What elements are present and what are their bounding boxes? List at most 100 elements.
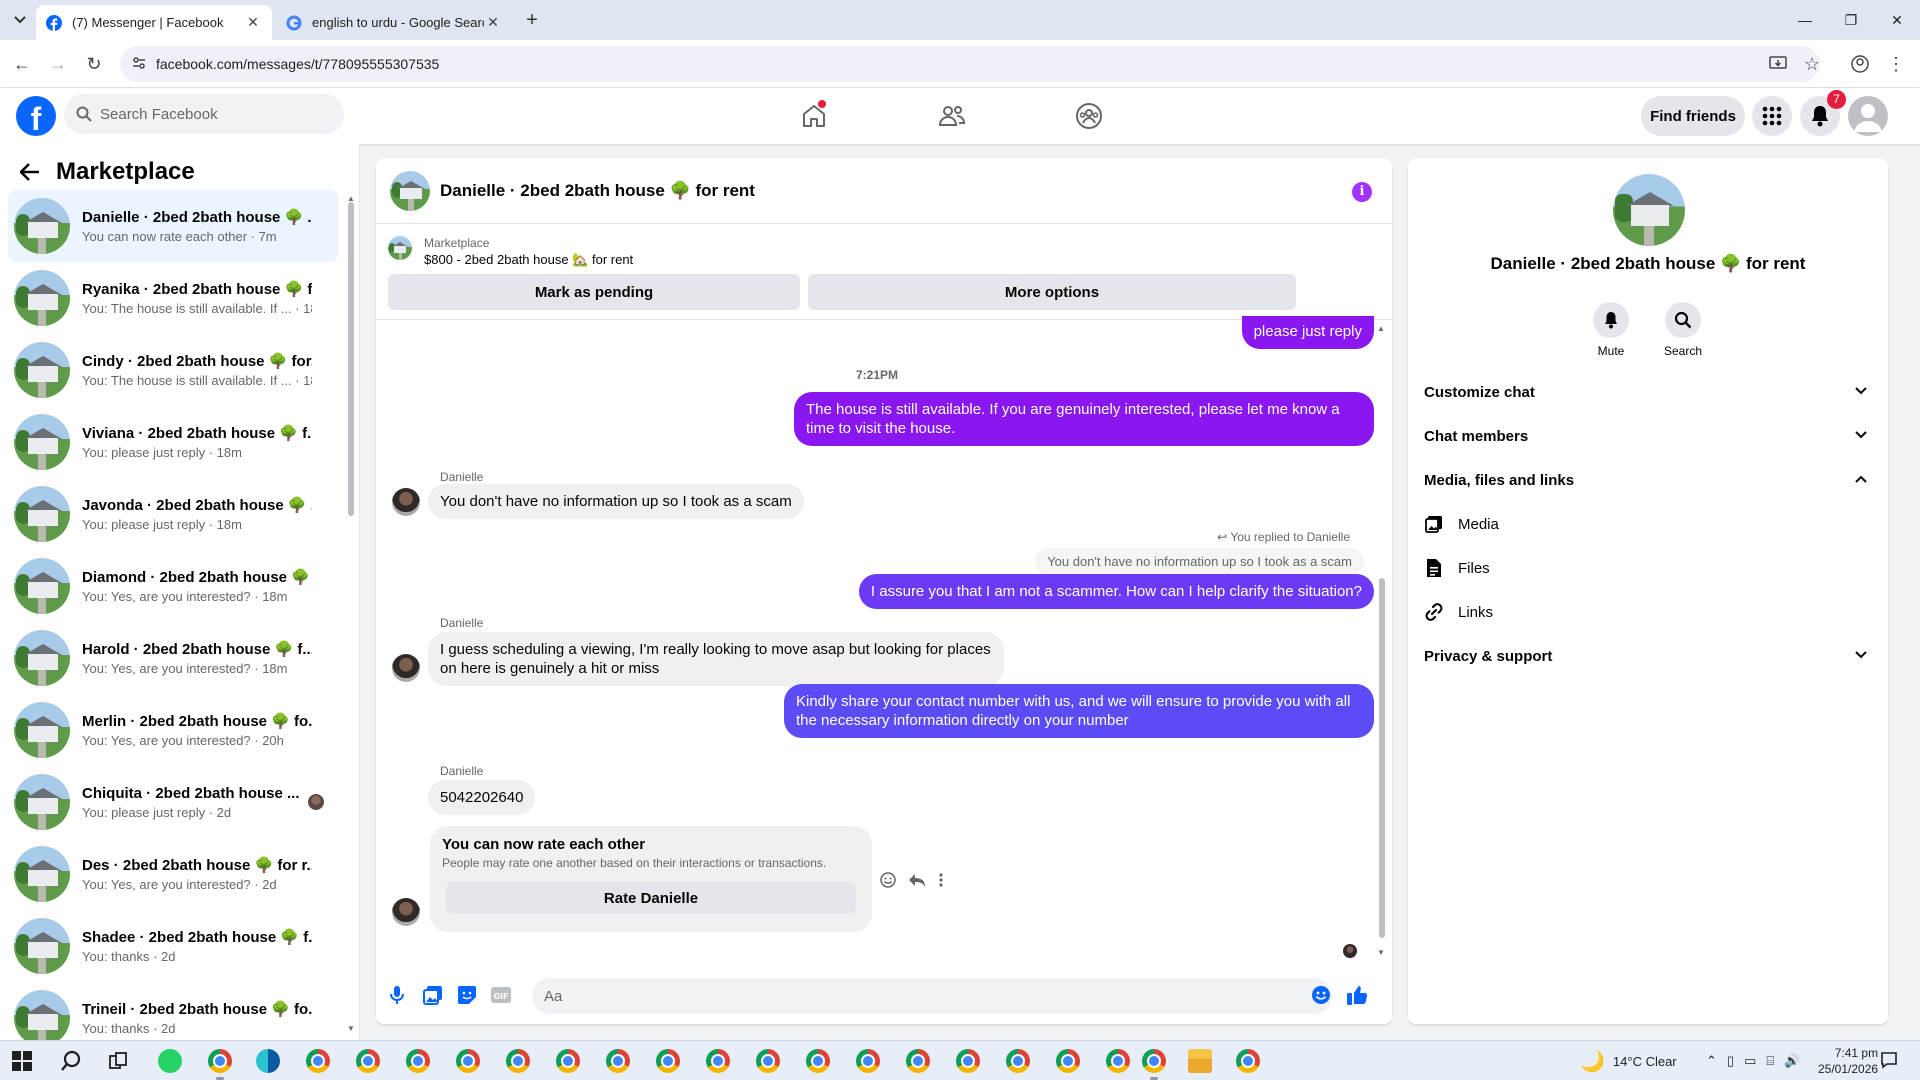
account-avatar[interactable] xyxy=(1848,96,1888,136)
facebook-logo-icon[interactable]: f xyxy=(16,96,56,136)
conversation-item[interactable]: Diamond · 2bed 2bath house 🌳 ... You: Yes… xyxy=(8,550,338,622)
chrome-icon[interactable] xyxy=(1006,1049,1030,1073)
chrome-icon[interactable] xyxy=(556,1049,580,1073)
conversation-item[interactable]: Ryanika · 2bed 2bath house 🌳 f... You: Th… xyxy=(8,262,338,334)
chrome-icon[interactable] xyxy=(1236,1049,1260,1073)
customize-chat-row[interactable]: Customize chat xyxy=(1416,374,1880,410)
emoji-picker-icon[interactable] xyxy=(1310,984,1332,1006)
incoming-message[interactable]: I guess scheduling a viewing, I'm really… xyxy=(428,632,1004,686)
file-explorer-icon[interactable] xyxy=(1188,1049,1212,1073)
tray-app-icon[interactable]: ▯ xyxy=(1727,1053,1734,1069)
media-files-links-row[interactable]: Media, files and links xyxy=(1416,462,1880,498)
chat-scrollbar[interactable] xyxy=(1379,578,1385,938)
tab-close-icon[interactable]: ✕ xyxy=(484,14,502,31)
whatsapp-icon[interactable] xyxy=(158,1049,182,1073)
conversation-item[interactable]: Cindy · 2bed 2bath house 🌳 for... You: Th… xyxy=(8,334,338,406)
mark-as-pending-button[interactable]: Mark as pending xyxy=(388,274,800,310)
notification-center-icon[interactable] xyxy=(1880,1051,1898,1074)
incoming-message[interactable]: 5042202640 xyxy=(428,780,536,815)
minimize-icon[interactable]: — xyxy=(1782,0,1828,40)
chrome-icon[interactable] xyxy=(906,1049,930,1073)
conversation-item[interactable]: Chiquita · 2bed 2bath house ... You: plea… xyxy=(8,766,338,838)
chrome-icon[interactable] xyxy=(506,1049,530,1073)
chrome-icon[interactable] xyxy=(208,1049,232,1073)
groups-nav-icon[interactable] xyxy=(1067,96,1111,136)
message-input[interactable]: Aa xyxy=(532,978,1332,1014)
tab-google[interactable]: english to urdu - Google Search ✕ xyxy=(276,5,512,40)
taskbar-search-icon[interactable] xyxy=(60,1050,82,1077)
sender-avatar[interactable] xyxy=(392,898,420,926)
search-facebook-input[interactable]: Search Facebook xyxy=(64,94,344,134)
outgoing-message[interactable]: I assure you that I am not a scammer. Ho… xyxy=(858,574,1374,609)
outgoing-message[interactable]: The house is still available. If you are… xyxy=(794,392,1374,446)
scroll-down-arrow-icon[interactable]: ▼ xyxy=(347,1024,355,1033)
edge-icon[interactable] xyxy=(256,1049,280,1073)
tray-overflow-chevron-icon[interactable]: ⌃ xyxy=(1706,1053,1717,1069)
outgoing-message[interactable]: Kindly share your contact number with us… xyxy=(784,684,1374,738)
browser-menu-icon[interactable]: ⋮ xyxy=(1884,52,1908,76)
back-arrow-icon[interactable] xyxy=(16,158,44,186)
sender-avatar[interactable] xyxy=(392,488,420,516)
home-nav-icon[interactable] xyxy=(792,96,836,136)
chrome-icon[interactable] xyxy=(606,1049,630,1073)
back-icon[interactable]: ← xyxy=(10,52,34,76)
windows-start-icon[interactable] xyxy=(12,1051,32,1076)
reply-icon[interactable] xyxy=(908,872,926,893)
chrome-icon[interactable] xyxy=(656,1049,680,1073)
gif-icon[interactable]: GIF xyxy=(490,984,512,1006)
chrome-icon[interactable] xyxy=(756,1049,780,1073)
tab-search-icon[interactable] xyxy=(8,8,32,32)
conversation-item[interactable]: Javonda · 2bed 2bath house 🌳 ... You: ple… xyxy=(8,478,338,550)
reload-icon[interactable]: ↻ xyxy=(82,52,106,76)
notifications-bell-icon[interactable]: 7 xyxy=(1800,90,1846,136)
quoted-message[interactable]: You don't have no information up so I to… xyxy=(1035,548,1364,575)
chrome-icon[interactable] xyxy=(856,1049,880,1073)
bookmark-star-icon[interactable]: ☆ xyxy=(1800,52,1824,76)
react-emoji-icon[interactable] xyxy=(880,872,896,893)
new-tab-button[interactable]: + xyxy=(520,8,544,32)
listing-price-title[interactable]: $800 - 2bed 2bath house 🏡 for rent xyxy=(424,252,633,268)
privacy-support-row[interactable]: Privacy & support xyxy=(1416,638,1880,674)
site-info-icon[interactable] xyxy=(132,56,146,73)
chat-avatar[interactable] xyxy=(390,170,430,211)
close-window-icon[interactable]: ✕ xyxy=(1874,0,1920,40)
mute-button[interactable]: Mute xyxy=(1581,302,1641,358)
chrome-icon[interactable] xyxy=(956,1049,980,1073)
incoming-message[interactable]: You don't have no information up so I to… xyxy=(428,484,804,519)
rate-danielle-button[interactable]: Rate Danielle xyxy=(446,882,856,914)
weather-widget[interactable]: 🌙 14°C Clear xyxy=(1580,1041,1677,1080)
chrome-icon[interactable] xyxy=(1056,1049,1080,1073)
links-row[interactable]: Links xyxy=(1416,594,1880,630)
network-icon[interactable]: ⌸ xyxy=(1766,1053,1774,1069)
info-icon[interactable]: i xyxy=(1352,182,1372,202)
chrome-icon[interactable] xyxy=(456,1049,480,1073)
listing-avatar[interactable] xyxy=(1613,174,1685,246)
conversation-item[interactable]: Shadee · 2bed 2bath house 🌳 f... You: tha… xyxy=(8,910,338,982)
chrome-icon[interactable] xyxy=(806,1049,830,1073)
conversation-item[interactable]: Harold · 2bed 2bath house 🌳 f... You: Yes… xyxy=(8,622,338,694)
chat-members-row[interactable]: Chat members xyxy=(1416,418,1880,454)
microphone-icon[interactable] xyxy=(386,984,408,1006)
chat-scroll-up-arrow-icon[interactable]: ▲ xyxy=(1377,324,1385,333)
media-row[interactable]: Media xyxy=(1416,506,1880,542)
photo-gallery-icon[interactable] xyxy=(422,984,444,1006)
more-actions-icon[interactable] xyxy=(938,872,944,893)
chrome-icon[interactable] xyxy=(1142,1049,1166,1073)
outgoing-message[interactable]: please just reply xyxy=(1241,316,1374,349)
conversation-item[interactable]: Viviana · 2bed 2bath house 🌳 f... You: pl… xyxy=(8,406,338,478)
conversation-item[interactable]: Danielle · 2bed 2bath house 🌳 ... You can… xyxy=(8,190,338,262)
conversation-item[interactable]: Des · 2bed 2bath house 🌳 for r... You: Ye… xyxy=(8,838,338,910)
files-row[interactable]: Files xyxy=(1416,550,1880,586)
profile-icon[interactable] xyxy=(1848,52,1872,76)
url-field[interactable]: facebook.com/messages/t/778095555307535 xyxy=(120,46,1820,82)
clock[interactable]: 7:41 pm 25/01/2026 xyxy=(1818,1041,1878,1080)
like-thumbs-up-icon[interactable] xyxy=(1346,984,1368,1006)
conversation-item[interactable]: Merlin · 2bed 2bath house 🌳 fo... You: Ye… xyxy=(8,694,338,766)
chrome-icon[interactable] xyxy=(406,1049,430,1073)
menu-grid-icon[interactable] xyxy=(1752,96,1792,136)
forward-icon[interactable]: → xyxy=(46,52,70,76)
touchpad-icon[interactable]: ▭ xyxy=(1744,1053,1756,1069)
install-app-icon[interactable] xyxy=(1766,52,1790,76)
tab-messenger[interactable]: (7) Messenger | Facebook ✕ xyxy=(36,5,272,40)
chrome-icon[interactable] xyxy=(356,1049,380,1073)
